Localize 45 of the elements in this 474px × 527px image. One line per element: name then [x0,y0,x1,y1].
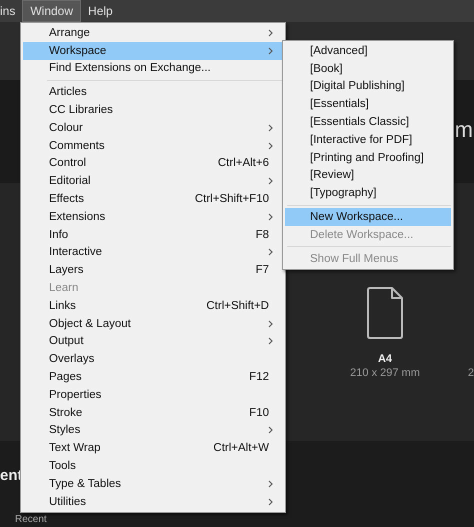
document-icon[interactable] [366,287,404,339]
menu-item[interactable]: Extensions [23,208,283,226]
menu-item[interactable]: Tools [23,457,283,475]
menu-item[interactable]: Comments [23,136,283,155]
menu-item[interactable]: [Typography] [285,184,451,202]
filter-dropdown[interactable]: Recent [15,514,47,526]
menu-item[interactable]: Arrange [23,24,283,42]
menu-item[interactable]: Interactive [23,244,283,262]
preset-size: 210 x 297 mm [350,367,420,379]
menu-item[interactable]: Control Ctrl+Alt+6 [23,154,283,172]
menu-item[interactable]: [Interactive for PDF] [285,130,451,149]
menu-item[interactable]: Pages F12 [23,368,283,386]
heading-text: m [454,116,473,142]
menu-item[interactable]: Editorial [23,172,283,190]
menu-item[interactable]: Workspace [23,42,283,60]
menu-item[interactable]: Info F8 [23,226,283,244]
menu-item[interactable]: Find Extensions on Exchange... [23,60,283,78]
menu-item[interactable]: [Essentials] [285,95,451,114]
menu-bar-item[interactable]: Window [22,0,82,22]
menu-item[interactable]: [Advanced] [285,42,451,60]
menu-item[interactable]: [Review] [285,166,451,184]
menu-item[interactable]: [Book] [285,60,451,78]
menu-item[interactable]: Styles [23,422,283,440]
menu-item[interactable]: [Essentials Classic] [285,113,451,131]
menu-item[interactable]: Links Ctrl+Shift+D [23,296,283,315]
menu-item[interactable]: Object & Layout [23,314,283,333]
menu-item[interactable]: [Printing and Proofing] [285,148,451,167]
menu-item[interactable]: Stroke F10 [23,404,283,422]
menu-item[interactable]: Overlays [23,350,283,368]
menu-item[interactable]: Articles [23,83,283,102]
menu-item[interactable]: Utilities [23,492,283,511]
menu-item[interactable]: Colour [23,118,283,137]
menu-item[interactable]: Effects Ctrl+Shift+F10 [23,190,283,208]
menu-item[interactable]: Type & Tables [23,474,283,493]
preset-size: 2 [468,367,474,379]
menu-item[interactable]: Output [23,332,283,350]
menu-item[interactable]: [Digital Publishing] [285,78,451,96]
menu-item[interactable]: New Workspace... [285,208,451,226]
preset-name: A4 [378,353,392,365]
menu-bar-item[interactable]: Help [81,0,120,22]
menu-item[interactable]: Properties [23,386,283,404]
menu-item[interactable]: Layers F7 [23,261,283,280]
menu-item[interactable]: Text Wrap Ctrl+Alt+W [23,439,283,458]
menu-item[interactable]: CC Libraries [23,101,283,119]
menu-bar-item[interactable]: ins [0,0,22,22]
